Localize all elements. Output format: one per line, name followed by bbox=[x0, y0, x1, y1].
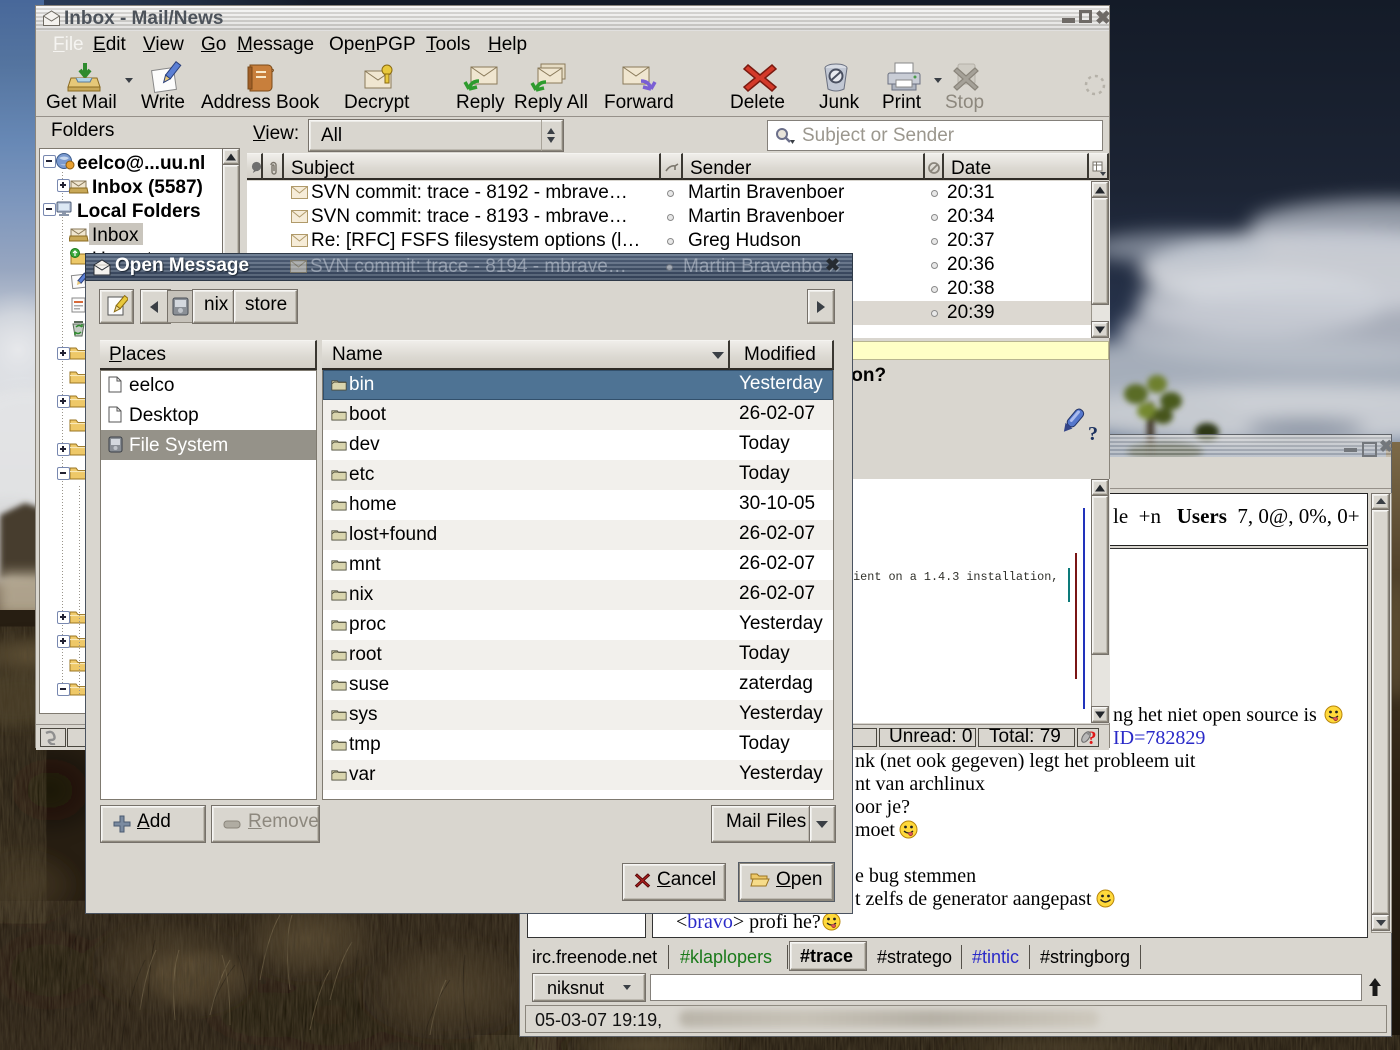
svg-text:?: ? bbox=[1088, 423, 1098, 444]
